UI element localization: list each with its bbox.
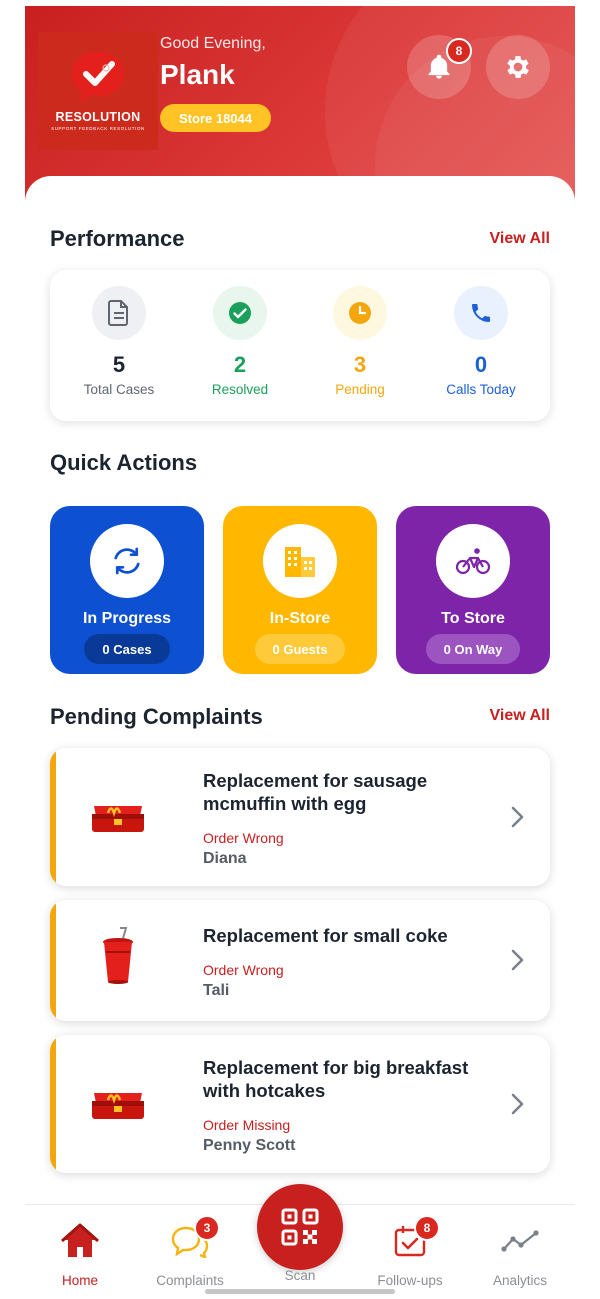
user-name: Plank — [160, 59, 235, 90]
quick-action-in-progress[interactable]: In Progress 0 Cases — [50, 506, 204, 674]
quick-action-title: In Progress — [82, 610, 172, 627]
home-indicator — [205, 1289, 395, 1294]
app-logo: RESOLUTION SUPPORT FEEDBACK RESOLUTION — [38, 32, 158, 150]
analytics-icon — [501, 1230, 539, 1252]
stat-label: Resolved — [211, 382, 269, 397]
chevron-right-icon — [511, 1093, 524, 1115]
nav-home[interactable]: Home — [30, 1221, 130, 1288]
logo-tagline: SUPPORT FEEDBACK RESOLUTION — [51, 126, 145, 131]
quick-action-count: 0 Guests — [254, 634, 346, 664]
quick-action-in-store[interactable]: In-Store 0 Guests — [223, 506, 377, 674]
complaint-title: Replacement for small coke — [203, 925, 448, 946]
settings-button[interactable] — [486, 35, 550, 99]
complaints-badge: 3 — [194, 1215, 220, 1241]
nav-followups[interactable]: Follow-ups — [360, 1221, 460, 1288]
chevron-right-icon — [511, 949, 524, 971]
quick-action-count: 0 Cases — [84, 634, 170, 664]
check-circle-icon — [229, 302, 251, 324]
notification-badge: 8 — [446, 38, 472, 64]
stat-label: Total Cases — [83, 382, 155, 397]
stat-value: 3 — [353, 352, 367, 377]
building-icon — [285, 547, 315, 577]
logo-name: RESOLUTION — [55, 110, 141, 124]
quick-action-count: 0 On Way — [425, 634, 521, 664]
chevron-right-icon — [511, 806, 524, 828]
nav-label: Complaints — [156, 1273, 224, 1288]
refresh-icon — [114, 547, 140, 575]
stat-value: 0 — [474, 352, 488, 377]
meal-box-icon — [86, 784, 150, 848]
scan-button[interactable] — [257, 1184, 343, 1270]
document-icon — [108, 300, 128, 326]
performance-card: 5 Total Cases 2 Resolved 3 Pending 0 Cal… — [50, 270, 550, 421]
complaint-title: Replacement for big breakfast with hotca… — [203, 1057, 469, 1101]
nav-label: Home — [61, 1273, 98, 1288]
complaints-view-all-link[interactable]: View All — [490, 707, 550, 725]
stat-label: Calls Today — [446, 382, 516, 397]
meal-box-icon — [86, 1071, 150, 1135]
performance-title: Performance — [50, 226, 185, 251]
performance-view-all-link[interactable]: View All — [490, 230, 550, 248]
stat-value: 2 — [233, 352, 247, 377]
stat-calls-today[interactable]: 0 Calls Today — [421, 270, 541, 421]
app-screen: RESOLUTION SUPPORT FEEDBACK RESOLUTION G… — [25, 0, 575, 1299]
nav-label: Follow-ups — [377, 1273, 443, 1288]
complaint-reason: Order Wrong — [203, 830, 284, 846]
speech-bubble-check-icon — [72, 52, 124, 102]
qr-code-icon — [281, 1208, 319, 1246]
stat-value: 5 — [112, 352, 126, 377]
complaint-card[interactable]: Replacement for big breakfast with hotca… — [50, 1035, 550, 1173]
nav-analytics[interactable]: Analytics — [470, 1221, 570, 1288]
followups-badge: 8 — [414, 1215, 440, 1241]
scan-label: Scan — [284, 1268, 316, 1283]
complaint-reason: Order Wrong — [203, 962, 284, 978]
complaint-title: Replacement for sausage mcmuffin with eg… — [203, 770, 428, 814]
bicycle-icon — [455, 548, 491, 575]
stat-total-cases[interactable]: 5 Total Cases — [59, 270, 179, 421]
stat-resolved[interactable]: 2 Resolved — [180, 270, 300, 421]
nav-complaints[interactable]: Complaints — [140, 1221, 240, 1288]
greeting-text: Good Evening, — [160, 35, 266, 52]
complaint-reason: Order Missing — [203, 1117, 291, 1133]
quick-action-to-store[interactable]: To Store 0 On Way — [396, 506, 550, 674]
gear-icon — [507, 56, 529, 78]
clock-icon — [349, 302, 371, 324]
stat-label: Pending — [335, 382, 385, 397]
quick-action-title: In-Store — [269, 610, 331, 627]
customer-name: Penny Scott — [203, 1137, 296, 1154]
quick-action-title: To Store — [441, 610, 505, 627]
quick-actions-title: Quick Actions — [50, 450, 198, 475]
complaint-card[interactable]: Replacement for small coke Order Wrong T… — [50, 900, 550, 1021]
stat-pending[interactable]: 3 Pending — [300, 270, 420, 421]
store-badge[interactable]: Store 18044 — [160, 104, 271, 132]
phone-icon — [472, 304, 490, 322]
complaint-card[interactable]: Replacement for sausage mcmuffin with eg… — [50, 748, 550, 886]
customer-name: Tali — [203, 982, 230, 999]
drink-cup-icon — [86, 924, 150, 988]
home-icon — [61, 1223, 99, 1257]
customer-name: Diana — [203, 850, 247, 867]
nav-label: Analytics — [492, 1273, 548, 1288]
pending-complaints-title: Pending Complaints — [50, 704, 263, 729]
